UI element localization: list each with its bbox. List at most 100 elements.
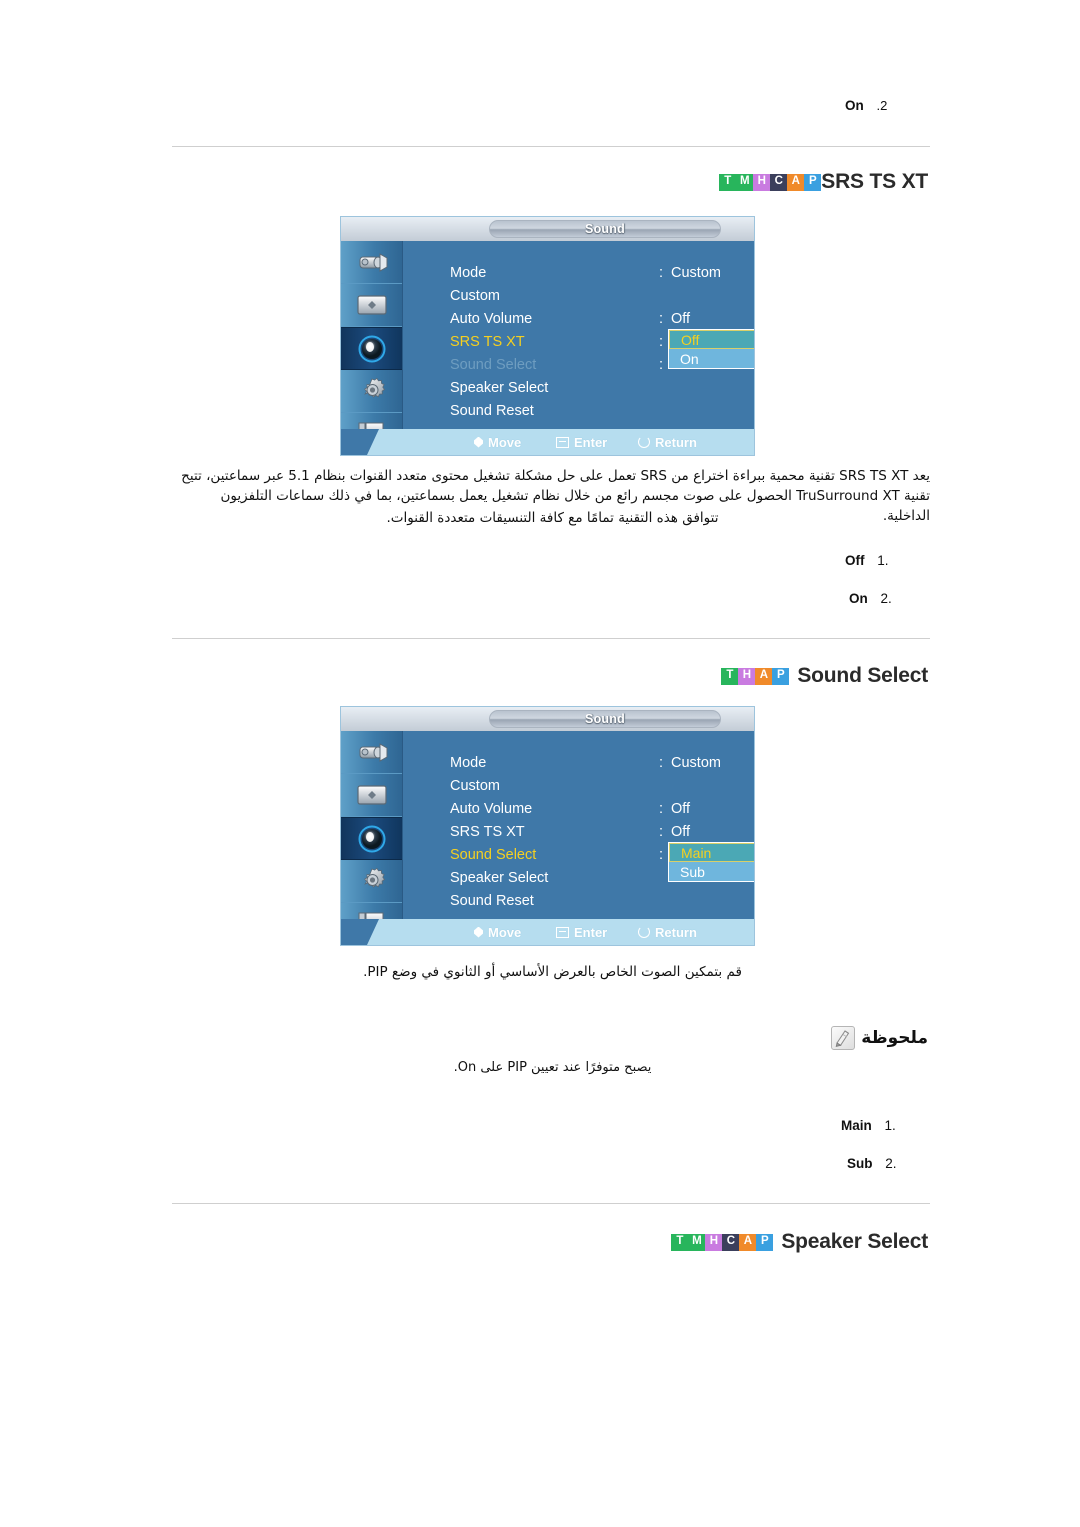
move-diamond-icon xyxy=(474,926,483,938)
section-title-sound-select: Sound Select xyxy=(797,664,928,687)
badge-p: P xyxy=(756,1233,774,1251)
setup-icon[interactable] xyxy=(341,370,402,413)
divider-3 xyxy=(172,1203,930,1204)
osd-row-mode[interactable]: Mode : Custom xyxy=(403,751,754,774)
osd-screenshot-sound-select: Sound Mode : Custom Custom Auto Volume:… xyxy=(340,706,755,946)
picture-icon[interactable] xyxy=(341,284,402,327)
document-page: On .2 T M H C A P SRS TS XT Sound Mode:… xyxy=(0,0,1080,1527)
dropdown-option-selected[interactable]: Main xyxy=(669,843,754,862)
enter-icon xyxy=(556,926,569,938)
input-source-icon[interactable] xyxy=(341,241,402,284)
move-diamond-icon xyxy=(474,436,483,448)
osd-row-sound-reset[interactable]: Sound Reset xyxy=(403,399,754,422)
badge-group-srs: T M H C A P xyxy=(719,173,822,191)
enter-icon xyxy=(556,436,569,448)
badge-a: A xyxy=(755,667,773,685)
top-step-number: .2 xyxy=(876,98,888,113)
note-text: يصبح متوفرًا عند تعيين PIP على On. xyxy=(453,1060,652,1075)
osd-sidebar xyxy=(341,241,403,449)
footer-move[interactable]: Move xyxy=(474,925,521,940)
osd-row-label: Sound Select xyxy=(450,356,537,373)
osd-row-auto-volume[interactable]: Auto Volume : Off xyxy=(403,307,754,330)
osd-row-label: Sound Select xyxy=(450,846,537,863)
section-heading-speaker-select: T M H C A P Speaker Select xyxy=(671,1230,928,1254)
osd-row-label: SRS TS XT xyxy=(450,823,525,840)
osd-row-label: Custom xyxy=(450,287,500,304)
osd-row-label: Speaker Select xyxy=(450,869,549,886)
osd-row-colon: : xyxy=(659,264,664,281)
option-label: Off xyxy=(845,553,865,568)
osd-row-colon: : xyxy=(659,823,664,840)
setup-icon[interactable] xyxy=(341,860,402,903)
badge-m: M xyxy=(688,1233,706,1251)
section-title-speaker-select: Speaker Select xyxy=(781,1230,928,1253)
osd-row-srs-ts-xt[interactable]: SRS TS XT : Off xyxy=(403,820,754,843)
osd-menu-body: Mode : Custom Custom Auto Volume : Off S… xyxy=(403,241,754,429)
badge-h: H xyxy=(738,667,756,685)
osd-title-pill: Sound xyxy=(489,220,721,238)
osd-row-colon: : xyxy=(659,754,664,771)
footer-return[interactable]: Return xyxy=(638,435,697,450)
footer-enter-label: Enter xyxy=(574,434,608,450)
osd-row-value: Custom xyxy=(671,754,721,771)
osd-row-label: Custom xyxy=(450,777,500,794)
badge-group-speaker-select: T M H C A P xyxy=(671,1233,774,1251)
top-step-item: On .2 xyxy=(845,98,887,113)
option-srs-on: .2 On xyxy=(849,591,892,606)
footer-return-label: Return xyxy=(655,924,697,940)
osd-row-speaker-select[interactable]: Speaker Select xyxy=(403,376,754,399)
footer-move[interactable]: Move xyxy=(474,435,521,450)
osd-menu-body: Mode : Custom Custom Auto Volume : Off S… xyxy=(403,731,754,919)
badge-c: C xyxy=(770,173,788,191)
osd-dropdown-srs[interactable]: Off On xyxy=(668,329,754,369)
section-title-srs: SRS TS XT xyxy=(821,170,928,193)
osd-row-custom[interactable]: Custom xyxy=(403,774,754,797)
badge-a: A xyxy=(739,1233,757,1251)
osd-row-colon: : xyxy=(659,846,664,863)
osd-row-mode[interactable]: Mode : Custom xyxy=(403,261,754,284)
picture-icon[interactable] xyxy=(341,774,402,817)
badge-h: H xyxy=(753,173,771,191)
footer-enter[interactable]: Enter xyxy=(556,435,607,450)
osd-row-custom[interactable]: Custom xyxy=(403,284,754,307)
osd-row-colon: : xyxy=(659,310,664,327)
footer-return[interactable]: Return xyxy=(638,925,697,940)
option-sound-main: .1 Main xyxy=(841,1118,896,1133)
badge-p: P xyxy=(804,173,822,191)
return-icon xyxy=(638,926,650,938)
footer-move-label: Move xyxy=(488,434,522,450)
input-source-icon[interactable] xyxy=(341,731,402,774)
top-step-label: On xyxy=(845,98,864,113)
osd-title-text: Sound xyxy=(585,712,625,726)
osd-row-label: SRS TS XT xyxy=(450,333,525,350)
osd-row-colon: : xyxy=(659,800,664,817)
osd-title-pill: Sound xyxy=(489,710,721,728)
badge-t: T xyxy=(721,667,739,685)
osd-row-colon: : xyxy=(659,356,664,373)
osd-row-label: Mode xyxy=(450,264,487,281)
option-label: On xyxy=(849,591,868,606)
osd-row-value: Off xyxy=(671,800,691,817)
paragraph-sound-select: قم بتمكين الصوت الخاص بالعرض الأساسي أو … xyxy=(363,964,742,980)
dropdown-option-other[interactable]: Sub xyxy=(669,862,754,881)
sound-icon[interactable] xyxy=(341,817,402,860)
osd-title-text: Sound xyxy=(585,222,625,236)
dropdown-option-other[interactable]: On xyxy=(669,349,754,368)
sound-icon[interactable] xyxy=(341,327,402,370)
option-number: .2 xyxy=(885,1156,897,1171)
osd-row-sound-reset[interactable]: Sound Reset xyxy=(403,889,754,912)
option-number: .1 xyxy=(884,1118,896,1133)
osd-dropdown-sound-select[interactable]: Main Sub xyxy=(668,842,754,882)
osd-row-label: Sound Reset xyxy=(450,402,534,419)
dropdown-option-selected[interactable]: Off xyxy=(669,330,754,349)
footer-enter[interactable]: Enter xyxy=(556,925,607,940)
osd-screenshot-srs: Sound Mode : Custom Custom Auto Volume:… xyxy=(340,216,755,456)
osd-row-auto-volume[interactable]: Auto Volume : Off xyxy=(403,797,754,820)
osd-row-value: Off xyxy=(671,310,691,327)
option-number: .2 xyxy=(880,591,892,606)
section-heading-srs-ts-xt: T M H C A P SRS TS XT xyxy=(719,170,928,194)
osd-row-label: Sound Reset xyxy=(450,892,534,909)
badge-t: T xyxy=(719,173,737,191)
note-heading-text: ملحوظة xyxy=(861,1028,928,1048)
note-pencil-icon xyxy=(831,1026,856,1050)
